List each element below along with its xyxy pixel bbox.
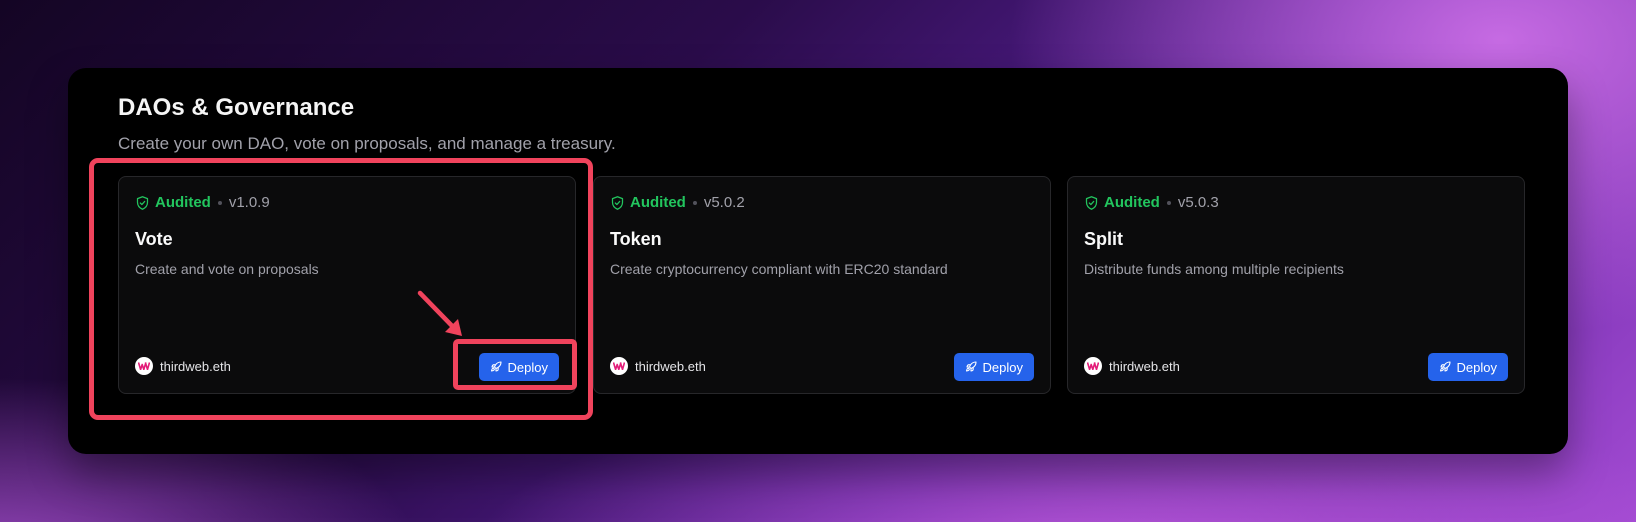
separator-dot [1166,200,1171,205]
shield-check-icon [610,195,625,211]
card-meta: Audited v5.0.2 [610,194,745,211]
audited-label: Audited [630,194,686,211]
card-title[interactable]: Split [1084,229,1123,250]
card-description: Create cryptocurrency compliant with ERC… [610,261,948,277]
publisher-name: thirdweb.eth [1109,358,1180,374]
version-label: v5.0.3 [1177,194,1219,211]
card-description: Distribute funds among multiple recipien… [1084,261,1344,277]
publisher[interactable]: thirdweb.eth [1084,357,1180,375]
section-title: DAOs & Governance [118,94,355,121]
thirdweb-logo-icon [610,357,628,375]
pointer-arrow-icon [417,290,462,336]
thirdweb-logo-icon [1084,357,1102,375]
section-subtitle: Create your own DAO, vote on proposals, … [118,134,616,153]
version-label: v5.0.2 [703,194,745,211]
publisher-name: thirdweb.eth [635,358,706,374]
deploy-button[interactable]: Deploy [1427,353,1508,381]
card-meta: Audited v5.0.3 [1084,194,1219,211]
contract-card-token[interactable]: Audited v5.0.2 Token Create cryptocurren… [593,176,1051,394]
contract-card-split[interactable]: Audited v5.0.3 Split Distribute funds am… [1067,176,1525,394]
audited-label: Audited [1104,194,1160,211]
shield-check-icon [1084,195,1099,211]
deploy-label: Deploy [1456,359,1497,375]
rocket-icon [1439,361,1451,372]
rocket-icon [965,361,977,372]
deploy-highlight-box [453,339,577,390]
separator-dot [692,200,697,205]
deploy-button[interactable]: Deploy [953,353,1034,381]
deploy-label: Deploy [982,359,1023,375]
card-title[interactable]: Token [610,229,662,250]
publisher[interactable]: thirdweb.eth [610,357,706,375]
